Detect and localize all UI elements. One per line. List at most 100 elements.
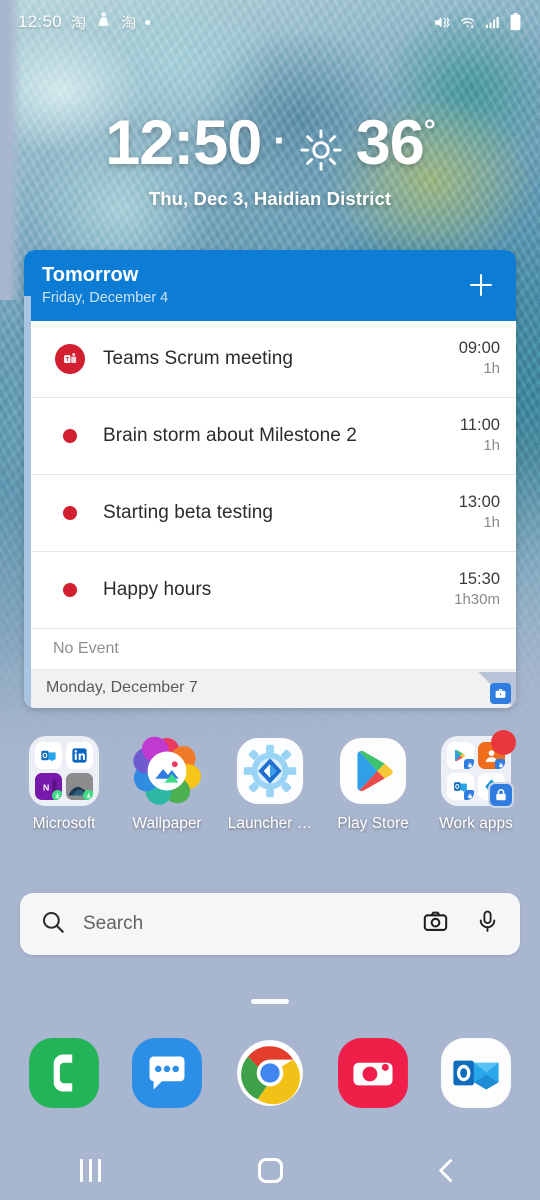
dock xyxy=(0,1036,540,1110)
date-location-label: Thu, Dec 3, Haidian District xyxy=(148,188,392,209)
wallpaper-icon[interactable] xyxy=(132,736,202,806)
calendar-next-day-row[interactable]: Monday, December 7 xyxy=(24,670,516,708)
calendar-widget[interactable]: Tomorrow Friday, December 4 T Teams Scru… xyxy=(24,250,516,708)
microphone-icon[interactable] xyxy=(475,909,500,939)
event-time: 11:00 xyxy=(459,416,500,435)
calendar-event-list: T Teams Scrum meeting 09:00 1h Brain sto… xyxy=(24,321,516,670)
briefcase-icon xyxy=(490,683,511,704)
app-label: Microsoft xyxy=(32,815,96,832)
calendar-header-title: Tomorrow xyxy=(42,264,139,286)
app-label: Work apps xyxy=(439,815,513,832)
lock-badge-icon xyxy=(464,790,474,800)
lock-badge-icon xyxy=(495,759,505,769)
battery-icon xyxy=(509,13,522,31)
clock-weather-main: 12:50 · 36 ° xyxy=(0,112,540,175)
event-time-block: 11:00 1h xyxy=(460,416,500,455)
launcher-settings-icon[interactable] xyxy=(235,736,305,806)
chrome-icon[interactable] xyxy=(233,1036,307,1110)
event-time: 15:30 xyxy=(458,570,500,589)
linkedin-icon xyxy=(66,742,93,769)
mute-vibrate-icon xyxy=(432,14,451,31)
sun-icon xyxy=(298,121,344,171)
event-icon-wrap xyxy=(53,506,87,520)
event-time: 13:00 xyxy=(458,493,500,512)
download-badge-icon xyxy=(52,790,62,800)
status-bar-clock: 12:50 xyxy=(18,12,63,31)
phone-icon[interactable] xyxy=(27,1036,101,1110)
event-duration: 1h xyxy=(483,437,500,455)
work-apps-folder-icon[interactable]: Y xyxy=(441,730,516,808)
app-label: Wallpaper xyxy=(132,815,202,832)
navigation-bar xyxy=(0,1140,540,1200)
outlook-icon xyxy=(35,742,62,769)
home-icon xyxy=(257,1157,283,1183)
calendar-header-subtitle: Friday, December 4 xyxy=(42,290,169,306)
event-duration: 1h xyxy=(483,360,500,378)
svg-text:N: N xyxy=(43,782,49,792)
camera-icon[interactable] xyxy=(422,908,449,940)
clock-time[interactable]: 12:50 xyxy=(105,112,262,175)
microsoft-folder-icon[interactable]: N xyxy=(29,736,99,806)
no-event-label: No Event xyxy=(31,629,516,670)
red-dot-icon xyxy=(63,429,77,443)
play-store-icon[interactable] xyxy=(338,736,408,806)
recents-button[interactable] xyxy=(0,1140,180,1200)
app-label: Launcher … xyxy=(227,815,313,832)
status-bar: 12:50 淘 淘 xyxy=(0,0,540,44)
home-button[interactable] xyxy=(180,1140,360,1200)
search-bar[interactable]: Search xyxy=(20,893,520,955)
taobao-icon-2: 淘 xyxy=(121,14,137,32)
folder-preview: N xyxy=(29,736,99,806)
calendar-left-strip xyxy=(24,296,31,708)
event-title: Starting beta testing xyxy=(103,502,274,523)
event-time-block: 09:00 1h xyxy=(459,339,500,378)
messages-icon[interactable] xyxy=(130,1036,204,1110)
next-day-label: Monday, December 7 xyxy=(46,679,198,696)
degree-symbol: ° xyxy=(423,114,436,147)
signal-icon xyxy=(484,14,502,31)
app-wallpaper[interactable]: Wallpaper xyxy=(117,736,217,833)
search-icon xyxy=(40,909,66,940)
event-icon-wrap xyxy=(53,583,87,597)
event-time: 09:00 xyxy=(458,339,500,358)
clock-weather-widget[interactable]: 12:50 · 36 ° Thu, Dec 3, Haidian Distric… xyxy=(0,112,540,210)
recents-icon xyxy=(79,1158,101,1182)
table-row[interactable]: Happy hours 15:30 1h30m xyxy=(31,552,516,629)
page-indicator[interactable] xyxy=(251,999,289,1004)
photo-app-icon xyxy=(66,773,93,800)
event-icon-wrap xyxy=(53,429,87,443)
table-row[interactable]: Brain storm about Milestone 2 11:00 1h xyxy=(31,398,516,475)
event-title: Happy hours xyxy=(103,579,212,600)
add-event-button[interactable] xyxy=(464,268,498,302)
work-profile-lock-icon xyxy=(488,782,514,808)
more-notifications-dot-icon xyxy=(145,19,151,25)
event-duration: 1h30m xyxy=(454,591,500,609)
table-row[interactable]: T Teams Scrum meeting 09:00 1h xyxy=(31,321,516,398)
svg-text:T: T xyxy=(65,357,69,363)
calendar-header[interactable]: Tomorrow Friday, December 4 xyxy=(24,250,516,321)
red-dot-icon xyxy=(63,506,77,520)
event-time-block: 13:00 1h xyxy=(459,493,500,532)
search-input[interactable]: Search xyxy=(66,913,422,935)
onenote-icon: N xyxy=(35,773,62,800)
play-store-icon xyxy=(447,742,474,769)
app-launcher-settings[interactable]: Launcher … xyxy=(220,736,320,833)
event-title: Brain storm about Milestone 2 xyxy=(103,425,357,446)
temperature-value: 36 xyxy=(355,108,425,178)
red-dot-icon xyxy=(63,583,77,597)
teams-icon: T xyxy=(55,344,85,374)
camera-app-icon[interactable] xyxy=(336,1036,410,1110)
app-label: Play Store xyxy=(337,815,409,832)
status-bar-left: 12:50 淘 淘 xyxy=(18,11,432,33)
app-work-apps-folder[interactable]: Y Work apps xyxy=(426,730,526,833)
lock-badge-icon xyxy=(464,759,474,769)
outlook-icon[interactable] xyxy=(439,1036,513,1110)
table-row[interactable]: Starting beta testing 13:00 1h xyxy=(31,475,516,552)
weather-temperature[interactable]: 36 ° xyxy=(355,108,436,178)
event-duration: 1h xyxy=(483,514,500,532)
wifi-icon xyxy=(458,14,477,31)
app-play-store[interactable]: Play Store xyxy=(323,736,423,833)
app-microsoft-folder[interactable]: N Microsoft xyxy=(14,736,114,833)
back-button[interactable] xyxy=(360,1140,540,1200)
notification-badge xyxy=(491,730,516,755)
